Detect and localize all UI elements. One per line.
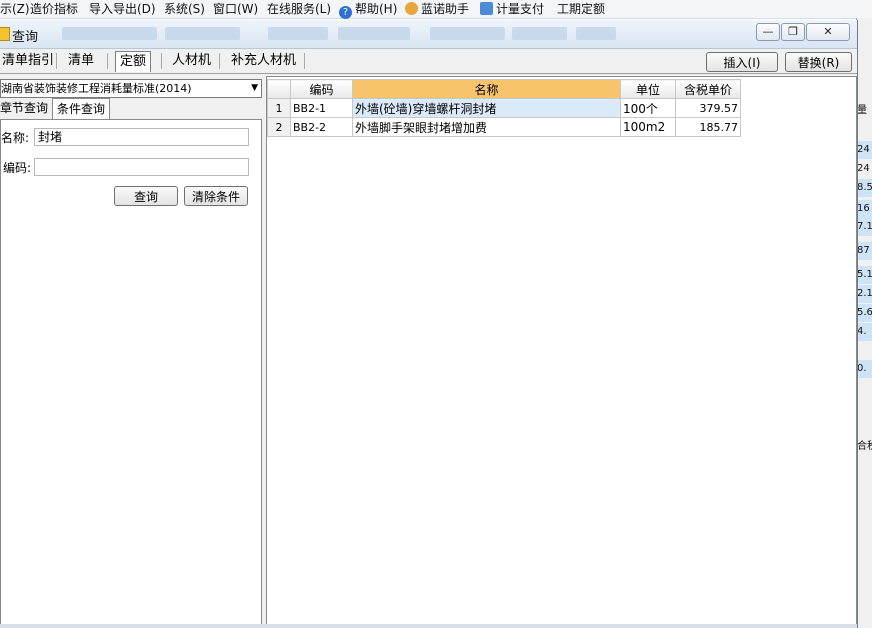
bg-fragment: 4.: [857, 323, 872, 341]
bg-fragment: 5.1: [857, 266, 872, 284]
cell-unit[interactable]: 100个: [620, 98, 676, 118]
menu-item-schedule-quota[interactable]: 工期定额: [557, 1, 605, 17]
quota-standard-value: 湖南省装饰装修工程消耗量标准(2014): [1, 82, 192, 95]
replace-button[interactable]: 替换(R): [785, 52, 852, 72]
row-number: 1: [267, 98, 291, 118]
tab-separator: [161, 53, 162, 69]
ghost-toolbar-item: [512, 27, 567, 40]
ghost-toolbar-item: [62, 27, 157, 40]
query-dialog: 查询 — ❐ ✕ 清单指引 清单 定额 人材机 补充人材机 插入(I) 替换(R…: [0, 20, 858, 628]
tab-separator: [107, 53, 108, 69]
menu-item-window[interactable]: 窗口(W): [213, 1, 258, 17]
tab-separator: [56, 53, 57, 69]
table-row[interactable]: 2 BB2-2 外墙脚手架眼封堵增加费 100m2 185.77: [267, 117, 741, 137]
ghost-toolbar-item: [576, 27, 616, 40]
code-input[interactable]: [34, 158, 249, 176]
cell-price[interactable]: 379.57: [675, 98, 741, 118]
header-rownum: [267, 79, 291, 99]
tab-bill[interactable]: 清单: [66, 51, 96, 71]
close-button[interactable]: ✕: [806, 23, 850, 41]
column-header-unit[interactable]: 单位: [620, 79, 676, 99]
cell-price[interactable]: 185.77: [675, 117, 741, 137]
background-app-strip: 量 24 24 8.5 16 7.1 87 5.1 2.1 5.6 4. 0. …: [856, 18, 872, 628]
bg-fragment: 量: [857, 105, 867, 116]
app-icon: [0, 27, 10, 41]
menu-item-help[interactable]: ? 帮助(H): [339, 1, 398, 19]
insert-button[interactable]: 插入(I): [706, 52, 778, 72]
condition-query-panel: 名称: 编码: 查询 清除条件: [0, 119, 262, 626]
menu-item-payment-label: 计量支付: [496, 2, 545, 16]
subtab-condition-query[interactable]: 条件查询: [52, 98, 111, 119]
bg-fragment: 0.: [857, 360, 872, 378]
column-header-code[interactable]: 编码: [290, 79, 353, 99]
menubar: 示(Z) 造价指标 导入导出(D) 系统(S) 窗口(W) 在线服务(L) ? 帮…: [0, 0, 872, 19]
ghost-toolbar-item: [338, 27, 410, 40]
menu-item-lannuo-assistant[interactable]: 蓝诺助手: [405, 1, 469, 17]
tab-supplementary-lmm[interactable]: 补充人材机: [229, 51, 298, 71]
menu-item-system[interactable]: 系统(S): [164, 1, 205, 17]
cell-name[interactable]: 外墙(砼墙)穿墙螺杆洞封堵: [352, 98, 621, 118]
bg-fragment: 24: [857, 141, 872, 159]
results-grid-panel: 编码 名称 单位 含税单价 1 BB2-1 外墙(砼墙)穿墙螺杆洞封堵 100个…: [266, 76, 857, 626]
top-tabs-row: 清单指引 清单 定额 人材机 补充人材机 插入(I) 替换(R): [0, 49, 857, 74]
subtab-chapter-query[interactable]: 章节查询: [0, 98, 48, 118]
column-header-name[interactable]: 名称: [352, 79, 621, 99]
tab-separator: [304, 53, 305, 69]
query-button[interactable]: 查询: [114, 186, 178, 206]
bg-fragment: 合税: [857, 441, 872, 452]
table-header-row: 编码 名称 单位 含税单价: [267, 79, 741, 99]
tab-labor-material-machine[interactable]: 人材机: [170, 51, 213, 71]
help-icon: ?: [339, 6, 352, 19]
cell-unit[interactable]: 100m2: [620, 117, 676, 137]
ghost-toolbar-item: [268, 27, 328, 40]
restore-button[interactable]: ❐: [781, 23, 805, 41]
tab-separator: [219, 53, 220, 69]
bg-fragment: 87: [857, 242, 872, 260]
clear-conditions-button[interactable]: 清除条件: [184, 186, 248, 206]
bg-fragment: 2.1: [857, 285, 872, 303]
ghost-toolbar-item: [430, 27, 505, 40]
tab-quota[interactable]: 定额: [115, 51, 152, 72]
tab-bill-guide[interactable]: 清单指引: [0, 51, 56, 71]
table-row[interactable]: 1 BB2-1 外墙(砼墙)穿墙螺杆洞封堵 100个 379.57: [267, 98, 741, 118]
row-number: 2: [267, 117, 291, 137]
chevron-down-icon[interactable]: ▼: [251, 80, 258, 97]
bottom-frame: [0, 624, 857, 628]
left-panel: 湖南省装饰装修工程消耗量标准(2014) ▼ 章节查询 条件查询 名称: 编码:…: [0, 76, 262, 626]
menu-item-cost-index[interactable]: 造价指标: [30, 1, 78, 17]
menu-item-help-label: 帮助(H): [355, 2, 398, 16]
bg-fragment: 16: [857, 200, 872, 218]
assistant-icon: [405, 2, 418, 15]
bg-fragment: 7.1: [857, 218, 872, 236]
ghost-toolbar-item: [165, 27, 240, 40]
menu-item-measure-payment[interactable]: 计量支付: [480, 1, 544, 17]
menu-item-online-service[interactable]: 在线服务(L): [267, 1, 331, 17]
cell-code[interactable]: BB2-1: [290, 98, 353, 118]
name-label: 名称:: [1, 131, 30, 145]
results-table: 编码 名称 单位 含税单价 1 BB2-1 外墙(砼墙)穿墙螺杆洞封堵 100个…: [267, 79, 741, 137]
dialog-titlebar[interactable]: 查询 — ❐ ✕: [0, 20, 857, 49]
minimize-button[interactable]: —: [756, 23, 780, 41]
cell-name[interactable]: 外墙脚手架眼封堵增加费: [352, 117, 621, 137]
payment-icon: [480, 2, 493, 15]
menu-item-display[interactable]: 示(Z): [0, 1, 30, 17]
column-header-price[interactable]: 含税单价: [675, 79, 741, 99]
code-label: 编码:: [3, 161, 32, 175]
bg-fragment: 8.5: [857, 179, 872, 197]
bg-fragment: 24: [857, 163, 870, 174]
menu-item-lannuo-label: 蓝诺助手: [421, 2, 470, 16]
dialog-title: 查询: [12, 30, 39, 45]
menu-item-import-export[interactable]: 导入导出(D): [89, 1, 156, 17]
name-input[interactable]: [34, 128, 249, 146]
cell-code[interactable]: BB2-2: [290, 117, 353, 137]
bg-fragment: 5.6: [857, 304, 872, 322]
quota-standard-select[interactable]: 湖南省装饰装修工程消耗量标准(2014) ▼: [0, 79, 262, 98]
